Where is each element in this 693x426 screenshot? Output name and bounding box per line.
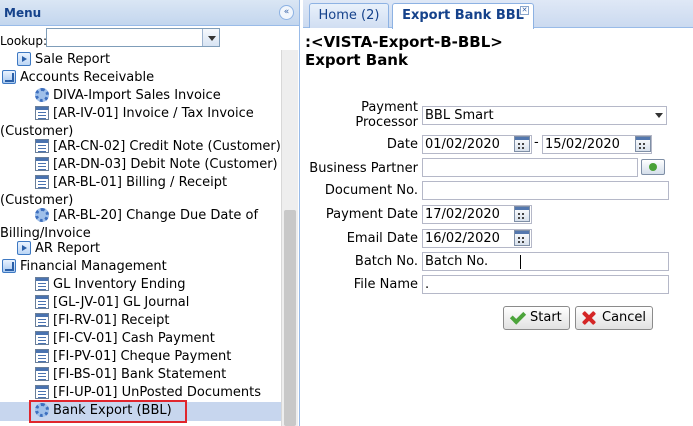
payment-date-label: Payment Date	[325, 207, 418, 222]
tree-item-gl-jv-01[interactable]: [GL-JV-01] GL Journal	[35, 294, 189, 312]
email-date-label: Email Date	[346, 231, 418, 246]
tree-item-fi-cv-01[interactable]: [FI-CV-01] Cash Payment	[35, 330, 215, 348]
tree-item-fi-rv-01[interactable]: [FI-RV-01] Receipt	[35, 312, 170, 330]
tree-item-label: Accounts Receivable	[20, 70, 155, 85]
window-icon	[35, 156, 49, 171]
document-no-field[interactable]	[422, 181, 669, 200]
tree-item-label: AR Report	[35, 241, 101, 256]
tree-folder-accounts-receivable[interactable]: Accounts Receivable	[2, 69, 154, 87]
cancel-button-label: Cancel	[602, 310, 647, 325]
tree-item-ar-bl-01[interactable]: [AR-BL-01] Billing / Receipt	[35, 174, 227, 192]
content-panel: Home (2) Export Bank BBL ✕ :<VISTA-Expor…	[303, 0, 693, 426]
window-icon	[35, 174, 49, 189]
menu-title: Menu	[4, 6, 42, 20]
calendar-icon[interactable]	[514, 136, 530, 152]
scrollbar-thumb[interactable]	[284, 210, 296, 426]
date-label: Date	[386, 137, 418, 152]
tree-item-label: Sale Report	[35, 52, 111, 67]
tree-item-label: GL Inventory Ending	[53, 277, 186, 292]
report-icon	[17, 240, 31, 255]
calendar-icon[interactable]	[514, 206, 530, 222]
tree-item-fi-bs-01[interactable]: [FI-BS-01] Bank Statement	[35, 366, 226, 384]
tab-export-bank-bbl[interactable]: Export Bank BBL ✕	[392, 3, 534, 29]
tree-item-label: [AR-DN-03] Debit Note (Customer)	[53, 157, 278, 172]
payment-processor-label-line1: Payment	[361, 100, 418, 115]
batch-no-value: Batch No.	[425, 254, 489, 269]
tree-item-ar-dn-03[interactable]: [AR-DN-03] Debit Note (Customer)	[35, 156, 278, 174]
tree-item-label: [GL-JV-01] GL Journal	[53, 295, 190, 310]
document-no-label: Document No.	[324, 183, 418, 198]
batch-no-label: Batch No.	[354, 254, 418, 269]
payment-processor-select[interactable]: BBL Smart	[422, 106, 667, 125]
window-icon	[35, 348, 49, 363]
folder-icon	[2, 258, 16, 273]
tree-item-fi-pv-01[interactable]: [FI-PV-01] Cheque Payment	[35, 348, 231, 366]
menu-tree: Sale Report Accounts Receivable DIVA-Imp…	[0, 50, 281, 426]
tree-item-gl-inventory-ending[interactable]: GL Inventory Ending	[35, 276, 185, 294]
cancel-x-icon	[581, 310, 597, 326]
menu-header: Menu «	[0, 0, 299, 26]
tree-item-ar-report[interactable]: AR Report	[17, 240, 100, 258]
window-icon	[35, 312, 49, 327]
chevron-down-icon[interactable]	[202, 29, 219, 46]
calendar-icon[interactable]	[635, 136, 651, 152]
tab-bar: Home (2) Export Bank BBL ✕	[303, 0, 693, 29]
file-name-field[interactable]: .	[422, 275, 669, 294]
tree-item-label: [FI-PV-01] Cheque Payment	[53, 349, 232, 364]
text-cursor	[520, 255, 521, 269]
lookup-label: Lookup:	[0, 34, 48, 48]
folder-icon	[2, 69, 16, 84]
date-range-separator: -	[534, 135, 539, 150]
business-partner-label: Business Partner	[309, 161, 418, 176]
search-refresh-icon[interactable]	[641, 159, 665, 175]
window-icon	[35, 330, 49, 345]
window-icon	[35, 294, 49, 309]
calendar-icon[interactable]	[514, 230, 530, 246]
lookup-combobox[interactable]	[46, 28, 220, 47]
double-chevron-left-icon[interactable]: «	[279, 5, 294, 20]
check-icon	[509, 310, 525, 326]
tree-item-label: [FI-BS-01] Bank Statement	[53, 367, 227, 382]
window-icon	[35, 138, 49, 153]
tree-item-label: Financial Management	[20, 259, 167, 274]
form-subtitle: Export Bank	[305, 51, 408, 69]
payment-processor-value: BBL Smart	[425, 108, 494, 123]
file-name-label: File Name	[353, 277, 418, 292]
report-icon	[17, 51, 31, 66]
tree-item-ar-cn-02[interactable]: [AR-CN-02] Credit Note (Customer)	[35, 138, 281, 156]
start-button[interactable]: Start	[503, 306, 570, 330]
chevron-down-icon[interactable]	[655, 113, 663, 118]
tree-item-label: DIVA-Import Sales Invoice	[53, 88, 221, 103]
tree-item-label: [FI-RV-01] Receipt	[53, 313, 170, 328]
payment-processor-label-line2: Processor	[355, 115, 418, 130]
window-icon	[35, 105, 49, 120]
close-icon[interactable]: ✕	[520, 6, 529, 15]
tree-item-label: [AR-CN-02] Credit Note (Customer)	[53, 139, 281, 154]
tree-item-label: [AR-BL-20] Change Due Date of	[53, 208, 259, 223]
tree-item-diva-import[interactable]: DIVA-Import Sales Invoice	[35, 87, 221, 105]
tree-item-label: [AR-BL-01] Billing / Receipt	[53, 175, 228, 190]
batch-no-field[interactable]: Batch No.	[422, 252, 669, 271]
tree-item-label: [FI-UP-01] UnPosted Documents	[53, 385, 262, 400]
process-gear-icon	[35, 207, 49, 222]
tree-item-ar-bl-20[interactable]: [AR-BL-20] Change Due Date of	[35, 207, 258, 225]
tree-item-ar-iv-01[interactable]: [AR-IV-01] Invoice / Tax Invoice	[35, 105, 254, 123]
highlight-outline	[29, 400, 187, 423]
tree-item-sale-report[interactable]: Sale Report	[17, 51, 110, 69]
tab-home[interactable]: Home (2)	[309, 3, 389, 28]
window-icon	[35, 276, 49, 291]
tree-folder-financial-management[interactable]: Financial Management	[2, 258, 167, 276]
business-partner-field[interactable]	[422, 158, 638, 177]
tab-label: Export Bank BBL	[402, 8, 524, 23]
tree-item-label: [FI-CV-01] Cash Payment	[53, 331, 215, 346]
tree-item-label: [AR-IV-01] Invoice / Tax Invoice	[53, 106, 254, 121]
form-title: :<VISTA-Export-B-BBL>	[305, 33, 503, 51]
tree-scrollbar[interactable]	[281, 50, 298, 426]
window-icon	[35, 366, 49, 381]
menu-panel: Menu « Lookup: Sale Report Accounts Rece…	[0, 0, 300, 426]
window-icon	[35, 384, 49, 399]
process-gear-icon	[35, 87, 49, 102]
cancel-button[interactable]: Cancel	[575, 306, 653, 330]
start-button-label: Start	[530, 310, 562, 325]
